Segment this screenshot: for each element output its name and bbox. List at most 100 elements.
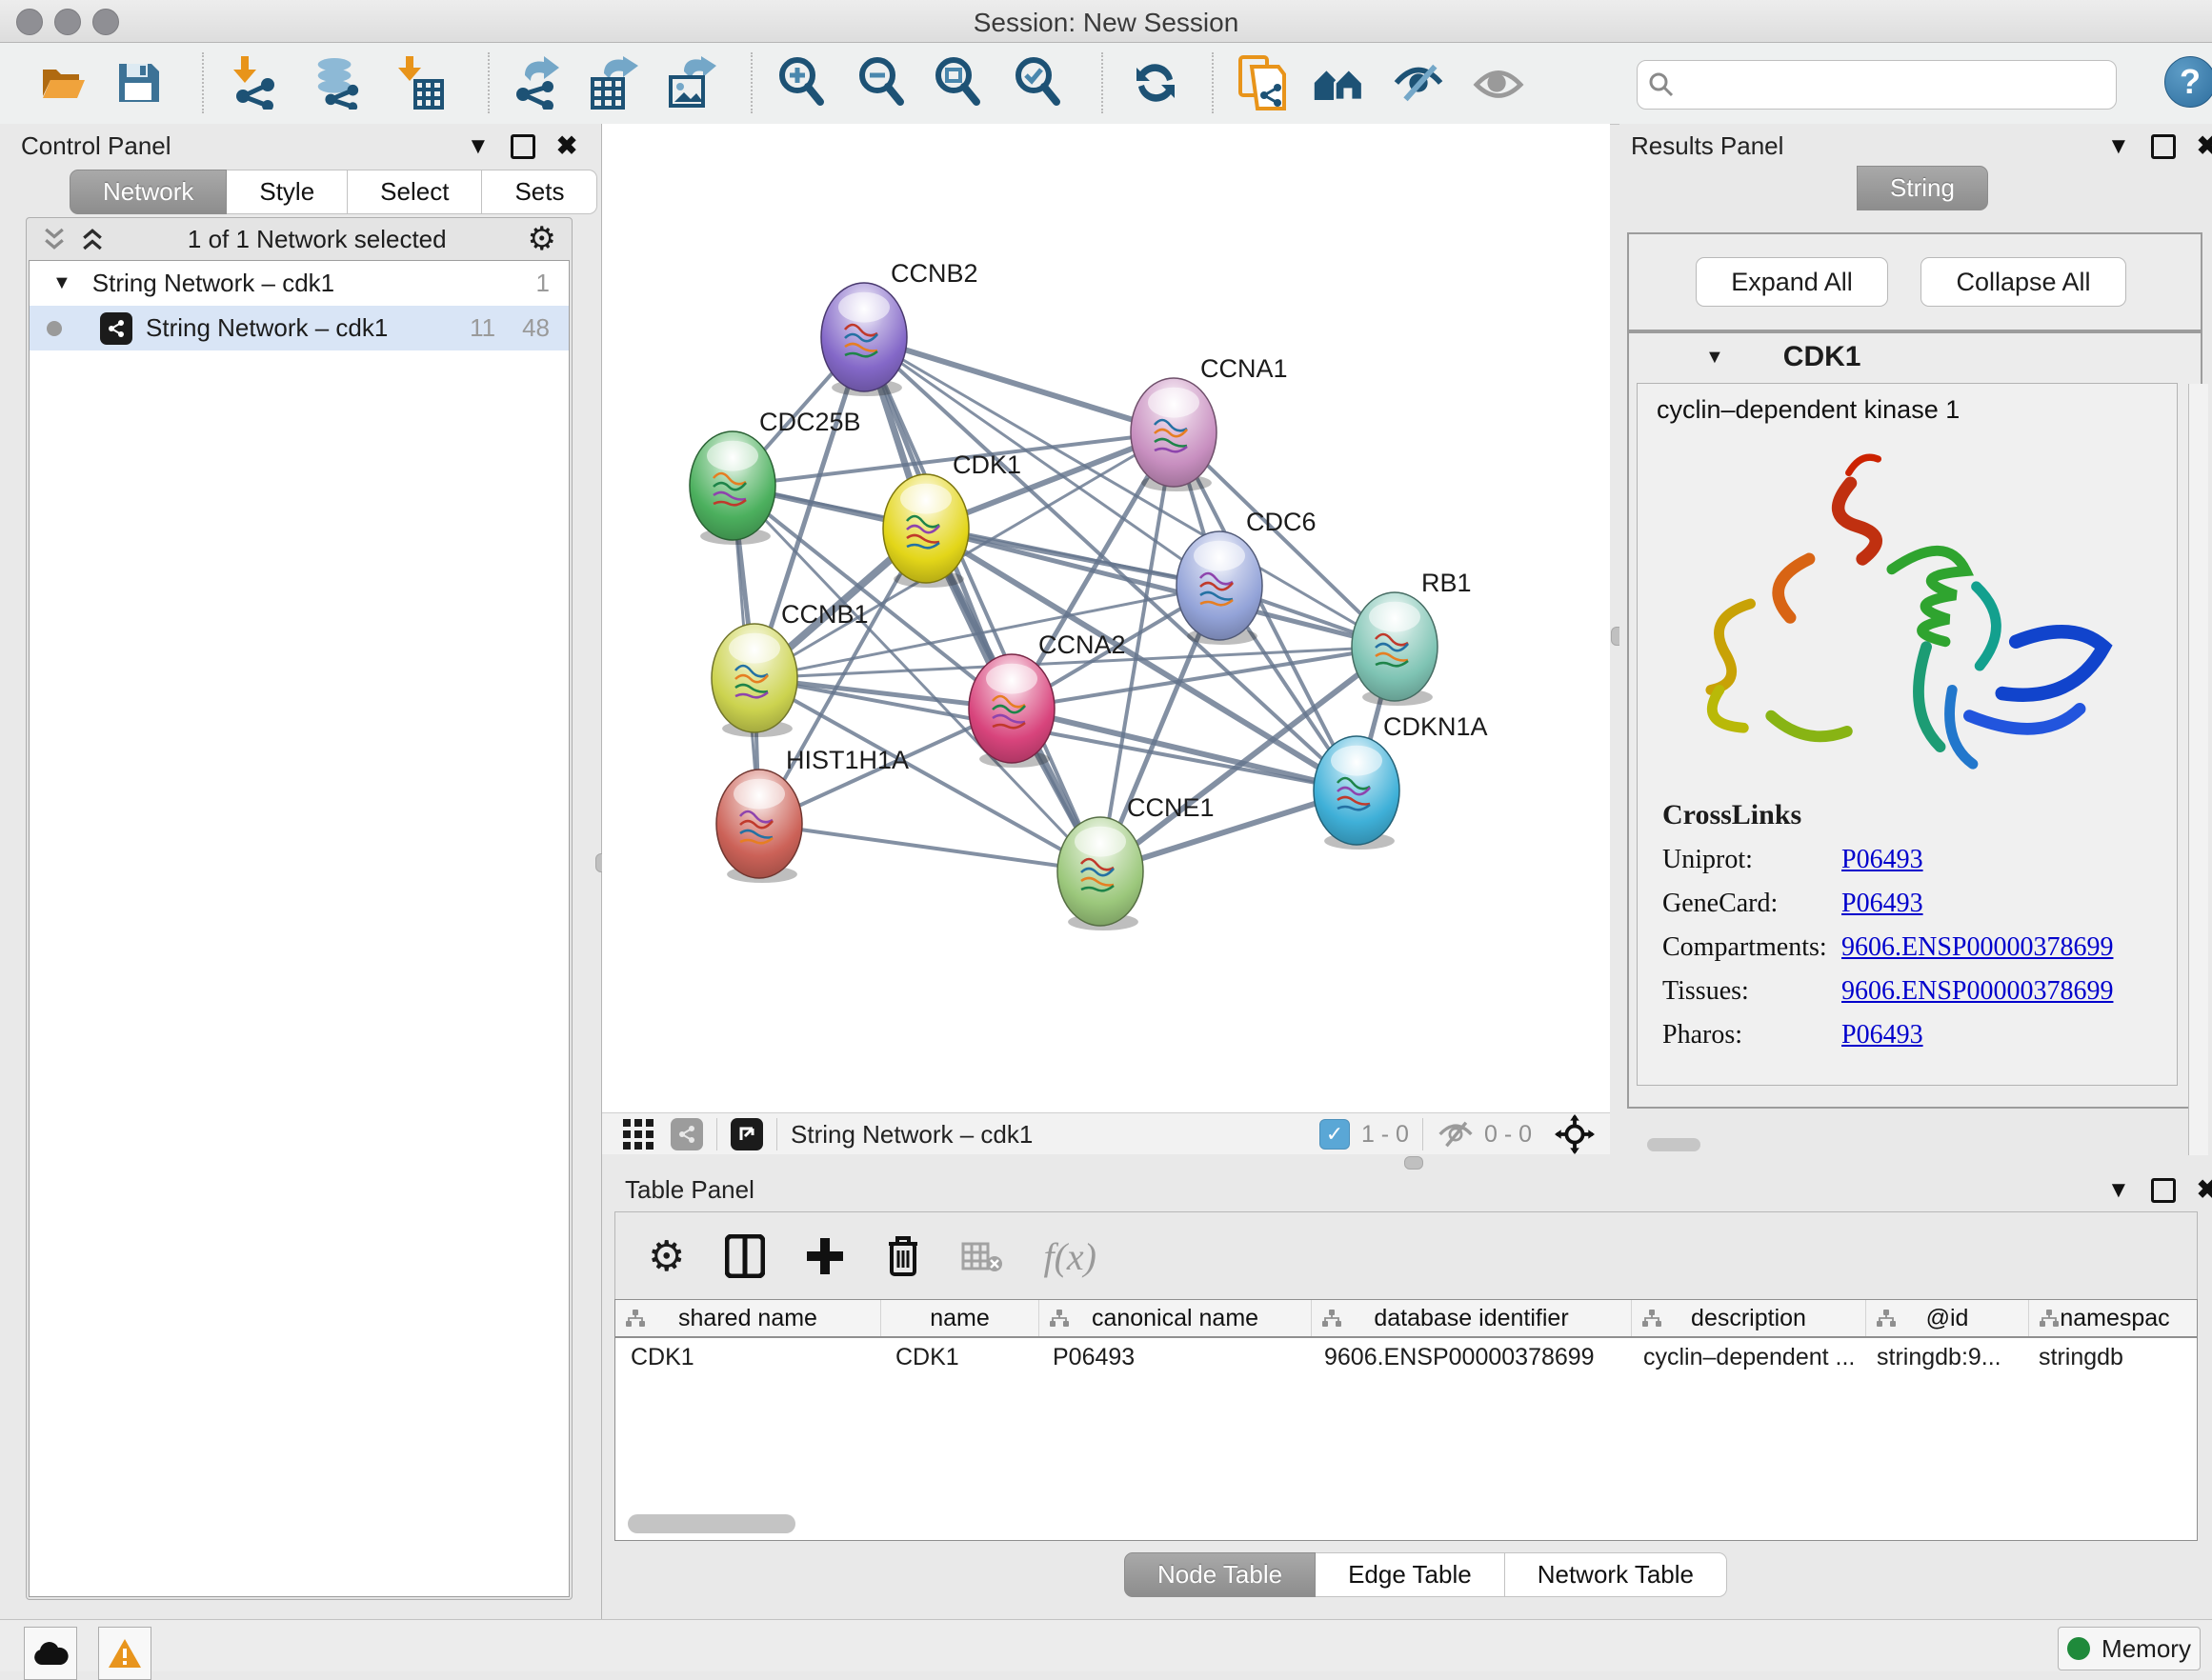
collection-expander-icon[interactable]: ▼ — [52, 272, 71, 294]
expand-all-networks-icon[interactable] — [78, 225, 107, 253]
crosslink-link[interactable]: P06493 — [1841, 889, 1923, 919]
network-node-CCNA1[interactable] — [1131, 378, 1217, 491]
column-header--id[interactable]: @id — [1866, 1300, 2029, 1336]
tab-network-table[interactable]: Network Table — [1505, 1552, 1727, 1597]
expand-all-button[interactable]: Expand All — [1696, 257, 1888, 307]
show-hidden-icon[interactable] — [1473, 56, 1524, 110]
selected-nodes-checkbox[interactable]: ✓ — [1319, 1119, 1350, 1150]
column-header-namespac[interactable]: namespac — [2029, 1300, 2198, 1336]
clone-network-icon[interactable] — [1237, 56, 1288, 110]
network-edge-CCNA2-CDKN1A[interactable] — [1012, 709, 1357, 790]
control-panel-menu-icon[interactable]: ▼ — [467, 133, 490, 160]
hide-selected-icon[interactable] — [1393, 56, 1444, 110]
table-cell[interactable]: 9606.ENSP00000378699 — [1309, 1344, 1628, 1371]
table-row[interactable]: CDK1CDK1P064939606.ENSP00000378699cyclin… — [615, 1338, 2197, 1376]
collapse-all-button[interactable]: Collapse All — [1920, 257, 2126, 307]
show-columns-icon[interactable] — [725, 1234, 765, 1278]
network-node-CCNE1[interactable] — [1057, 817, 1143, 930]
show-all-networks-icon[interactable] — [1313, 56, 1364, 110]
results-panel-menu-icon[interactable]: ▼ — [2107, 133, 2130, 160]
control-panel-float-icon[interactable] — [511, 134, 535, 159]
network-node-CCNB1[interactable] — [712, 624, 797, 737]
tab-select[interactable]: Select — [348, 170, 482, 214]
network-row[interactable]: String Network – cdk1 11 48 — [30, 306, 569, 350]
help-button[interactable]: ? — [2164, 56, 2212, 108]
table-hscrollbar[interactable] — [614, 1510, 2196, 1537]
open-session-icon[interactable] — [38, 56, 90, 110]
function-builder-icon[interactable]: f(x) — [1043, 1234, 1096, 1279]
tab-edge-table[interactable]: Edge Table — [1316, 1552, 1505, 1597]
table-hscroll-thumb[interactable] — [628, 1514, 795, 1533]
delete-column-icon[interactable] — [885, 1234, 921, 1278]
tab-string[interactable]: String — [1857, 166, 1988, 210]
import-network-file-icon[interactable] — [229, 56, 280, 110]
table-cell[interactable]: CDK1 — [880, 1344, 1037, 1371]
column-header-description[interactable]: description — [1632, 1300, 1866, 1336]
table-cell[interactable]: P06493 — [1037, 1344, 1309, 1371]
results-panel-float-icon[interactable] — [2151, 134, 2176, 159]
tab-style[interactable]: Style — [227, 170, 348, 214]
import-network-database-icon[interactable] — [311, 56, 362, 110]
results-vscroll-track[interactable] — [2188, 384, 2208, 1155]
delete-table-icon[interactable] — [961, 1240, 1003, 1272]
network-collection-row[interactable]: ▼ String Network – cdk1 1 — [30, 261, 569, 306]
network-graph[interactable]: CCNB2CCNA1CDC25BCDK1CDC6RB1CCNB1CCNA2CDK… — [602, 124, 1610, 1112]
network-node-HIST1H1A[interactable] — [716, 770, 802, 883]
table-cell[interactable]: CDK1 — [615, 1344, 880, 1371]
network-edge-HIST1H1A-CCNE1[interactable] — [759, 824, 1100, 871]
table-cell[interactable]: cyclin–dependent ... — [1628, 1344, 1861, 1371]
network-node-CDKN1A[interactable] — [1314, 736, 1399, 850]
table-options-gear-icon[interactable]: ⚙ — [648, 1232, 685, 1281]
search-box[interactable] — [1637, 60, 2117, 110]
results-hscroll-thumb[interactable] — [1647, 1138, 1700, 1151]
export-image-icon[interactable] — [667, 56, 718, 110]
collapse-all-networks-icon[interactable] — [40, 225, 69, 253]
add-column-icon[interactable] — [805, 1236, 845, 1276]
memory-button[interactable]: Memory — [2058, 1627, 2201, 1670]
zoom-fit-icon[interactable] — [932, 56, 983, 110]
warnings-button[interactable] — [98, 1627, 151, 1680]
control-panel-close-icon[interactable]: ✖ — [556, 131, 578, 161]
export-table-icon[interactable] — [589, 56, 640, 110]
birdseye-view-icon[interactable] — [731, 1118, 763, 1150]
horizontal-splitter-handle[interactable] — [1404, 1156, 1423, 1170]
table-cell[interactable]: stringdb — [2023, 1344, 2195, 1371]
network-node-CCNB2[interactable] — [821, 283, 907, 396]
network-canvas[interactable]: CCNB2CCNA1CDC25BCDK1CDC6RB1CCNB1CCNA2CDK… — [602, 124, 1610, 1112]
import-table-file-icon[interactable] — [394, 56, 446, 110]
protein-expander-icon[interactable]: ▼ — [1705, 347, 1724, 369]
refresh-view-icon[interactable] — [1130, 56, 1181, 110]
crosslink-link[interactable]: P06493 — [1841, 1020, 1923, 1050]
zoom-in-icon[interactable] — [775, 56, 827, 110]
tab-sets[interactable]: Sets — [482, 170, 597, 214]
results-panel-close-icon[interactable]: ✖ — [2197, 131, 2212, 161]
network-node-CDC25B[interactable] — [690, 431, 775, 545]
grid-view-icon[interactable] — [621, 1117, 655, 1151]
crosslink-link[interactable]: P06493 — [1841, 845, 1923, 875]
crosslink-link[interactable]: 9606.ENSP00000378699 — [1841, 976, 2113, 1007]
crosslink-link[interactable]: 9606.ENSP00000378699 — [1841, 932, 2113, 963]
network-edge-CCNB2-CCNA1[interactable] — [864, 337, 1174, 432]
node-table[interactable]: shared namenamecanonical namedatabase id… — [614, 1299, 2198, 1541]
save-session-icon[interactable] — [112, 56, 164, 110]
tab-node-table[interactable]: Node Table — [1124, 1552, 1316, 1597]
cloud-status-button[interactable] — [24, 1627, 77, 1680]
column-header-shared-name[interactable]: shared name — [615, 1300, 881, 1336]
network-view-type-icon[interactable] — [671, 1118, 703, 1150]
zoom-out-icon[interactable] — [855, 56, 907, 110]
column-header-name[interactable]: name — [881, 1300, 1039, 1336]
table-cell[interactable]: stringdb:9... — [1861, 1344, 2023, 1371]
export-network-icon[interactable] — [511, 56, 562, 110]
network-options-gear-icon[interactable]: ⚙ — [528, 220, 556, 258]
pan-crosshair-icon[interactable] — [1555, 1114, 1595, 1154]
search-input[interactable] — [1685, 64, 2116, 106]
network-node-RB1[interactable] — [1352, 592, 1438, 706]
tab-network[interactable]: Network — [70, 170, 227, 214]
table-panel-menu-icon[interactable]: ▼ — [2107, 1177, 2130, 1204]
column-header-canonical-name[interactable]: canonical name — [1039, 1300, 1312, 1336]
protein-header[interactable]: ▼ CDK1 — [1629, 333, 2201, 381]
table-panel-close-icon[interactable]: ✖ — [2197, 1175, 2212, 1205]
column-header-database-identifier[interactable]: database identifier — [1312, 1300, 1632, 1336]
zoom-selected-icon[interactable] — [1012, 56, 1063, 110]
network-edge-CCNB2-CCNE1[interactable] — [864, 337, 1100, 871]
